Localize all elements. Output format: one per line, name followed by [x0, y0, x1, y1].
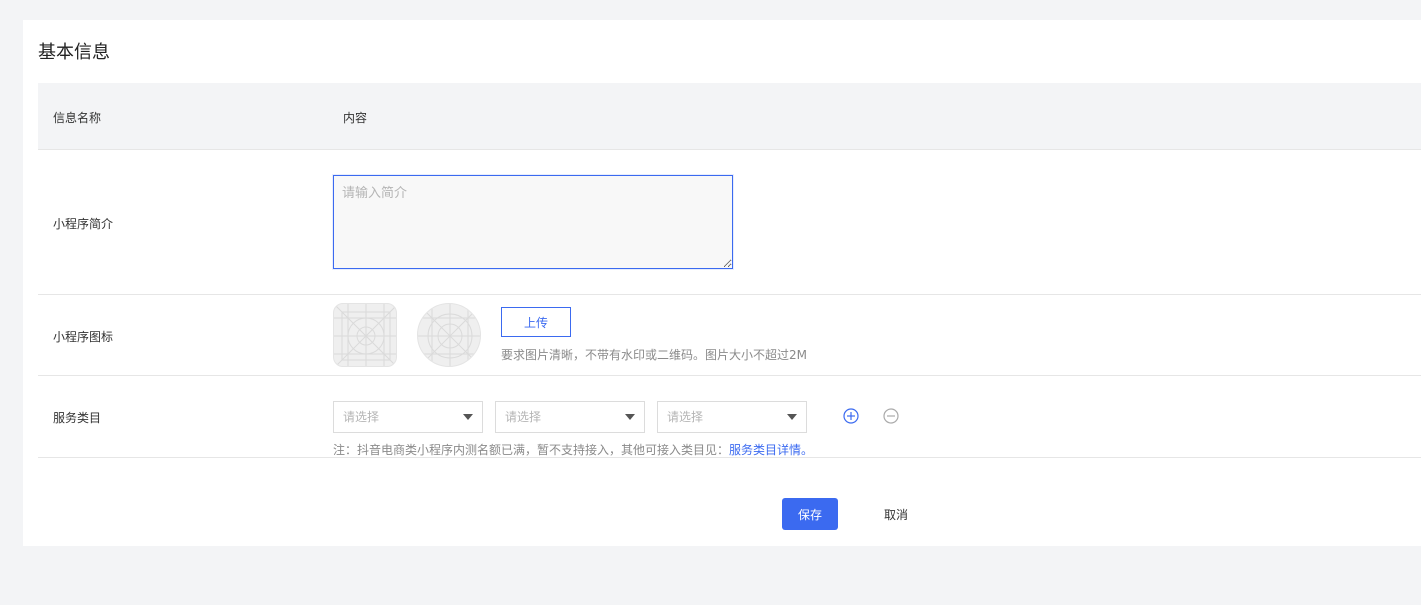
intro-label: 小程序简介 [53, 217, 114, 231]
table-row-intro: 小程序简介 [38, 150, 1421, 295]
save-button[interactable]: 保存 [782, 498, 838, 530]
basic-info-card: 基本信息 信息名称 内容 小程序简介 小程序图标 [23, 20, 1421, 546]
app-icon-placeholder-square-icon [333, 303, 397, 367]
info-table: 信息名称 内容 小程序简介 小程序图标 [38, 83, 1421, 458]
upload-button[interactable]: 上传 [501, 307, 571, 337]
section-title: 基本信息 [38, 42, 110, 63]
app-icon-placeholder-circle-icon [417, 303, 481, 367]
cancel-button[interactable]: 取消 [868, 498, 924, 530]
select-value: 请选择 [343, 410, 380, 424]
caret-down-icon [787, 414, 797, 420]
service-category-select-2[interactable]: 请选择 [495, 401, 645, 433]
table-row-service: 服务类目 请选择 请选择 请选择 注：抖音电商类小程序内测名额已满，暂不支持接入… [38, 376, 1421, 458]
header-name-column: 信息名称 [53, 111, 102, 125]
service-note: 注：抖音电商类小程序内测名额已满，暂不支持接入，其他可接入类目见：服务类目详情。 [333, 441, 813, 458]
table-row-icon: 小程序图标 上传 要求图片清晰，不带有水印或二维码。图片大小不超过2M [38, 295, 1421, 376]
service-category-details-link[interactable]: 服务类目详情。 [729, 443, 813, 457]
select-value: 请选择 [667, 410, 704, 424]
service-label: 服务类目 [53, 411, 102, 425]
minus-circle-icon[interactable] [883, 408, 899, 424]
service-note-text: 注：抖音电商类小程序内测名额已满，暂不支持接入，其他可接入类目见： [333, 443, 730, 457]
caret-down-icon [625, 414, 635, 420]
upload-hint: 要求图片清晰，不带有水印或二维码。图片大小不超过2M [501, 348, 807, 362]
caret-down-icon [463, 414, 473, 420]
icon-label: 小程序图标 [53, 330, 114, 344]
intro-textarea[interactable] [333, 175, 733, 269]
plus-circle-icon[interactable] [843, 408, 859, 424]
service-category-select-1[interactable]: 请选择 [333, 401, 483, 433]
service-category-select-3[interactable]: 请选择 [657, 401, 807, 433]
table-header: 信息名称 内容 [38, 83, 1421, 150]
header-content-column: 内容 [343, 111, 368, 125]
select-value: 请选择 [505, 410, 542, 424]
